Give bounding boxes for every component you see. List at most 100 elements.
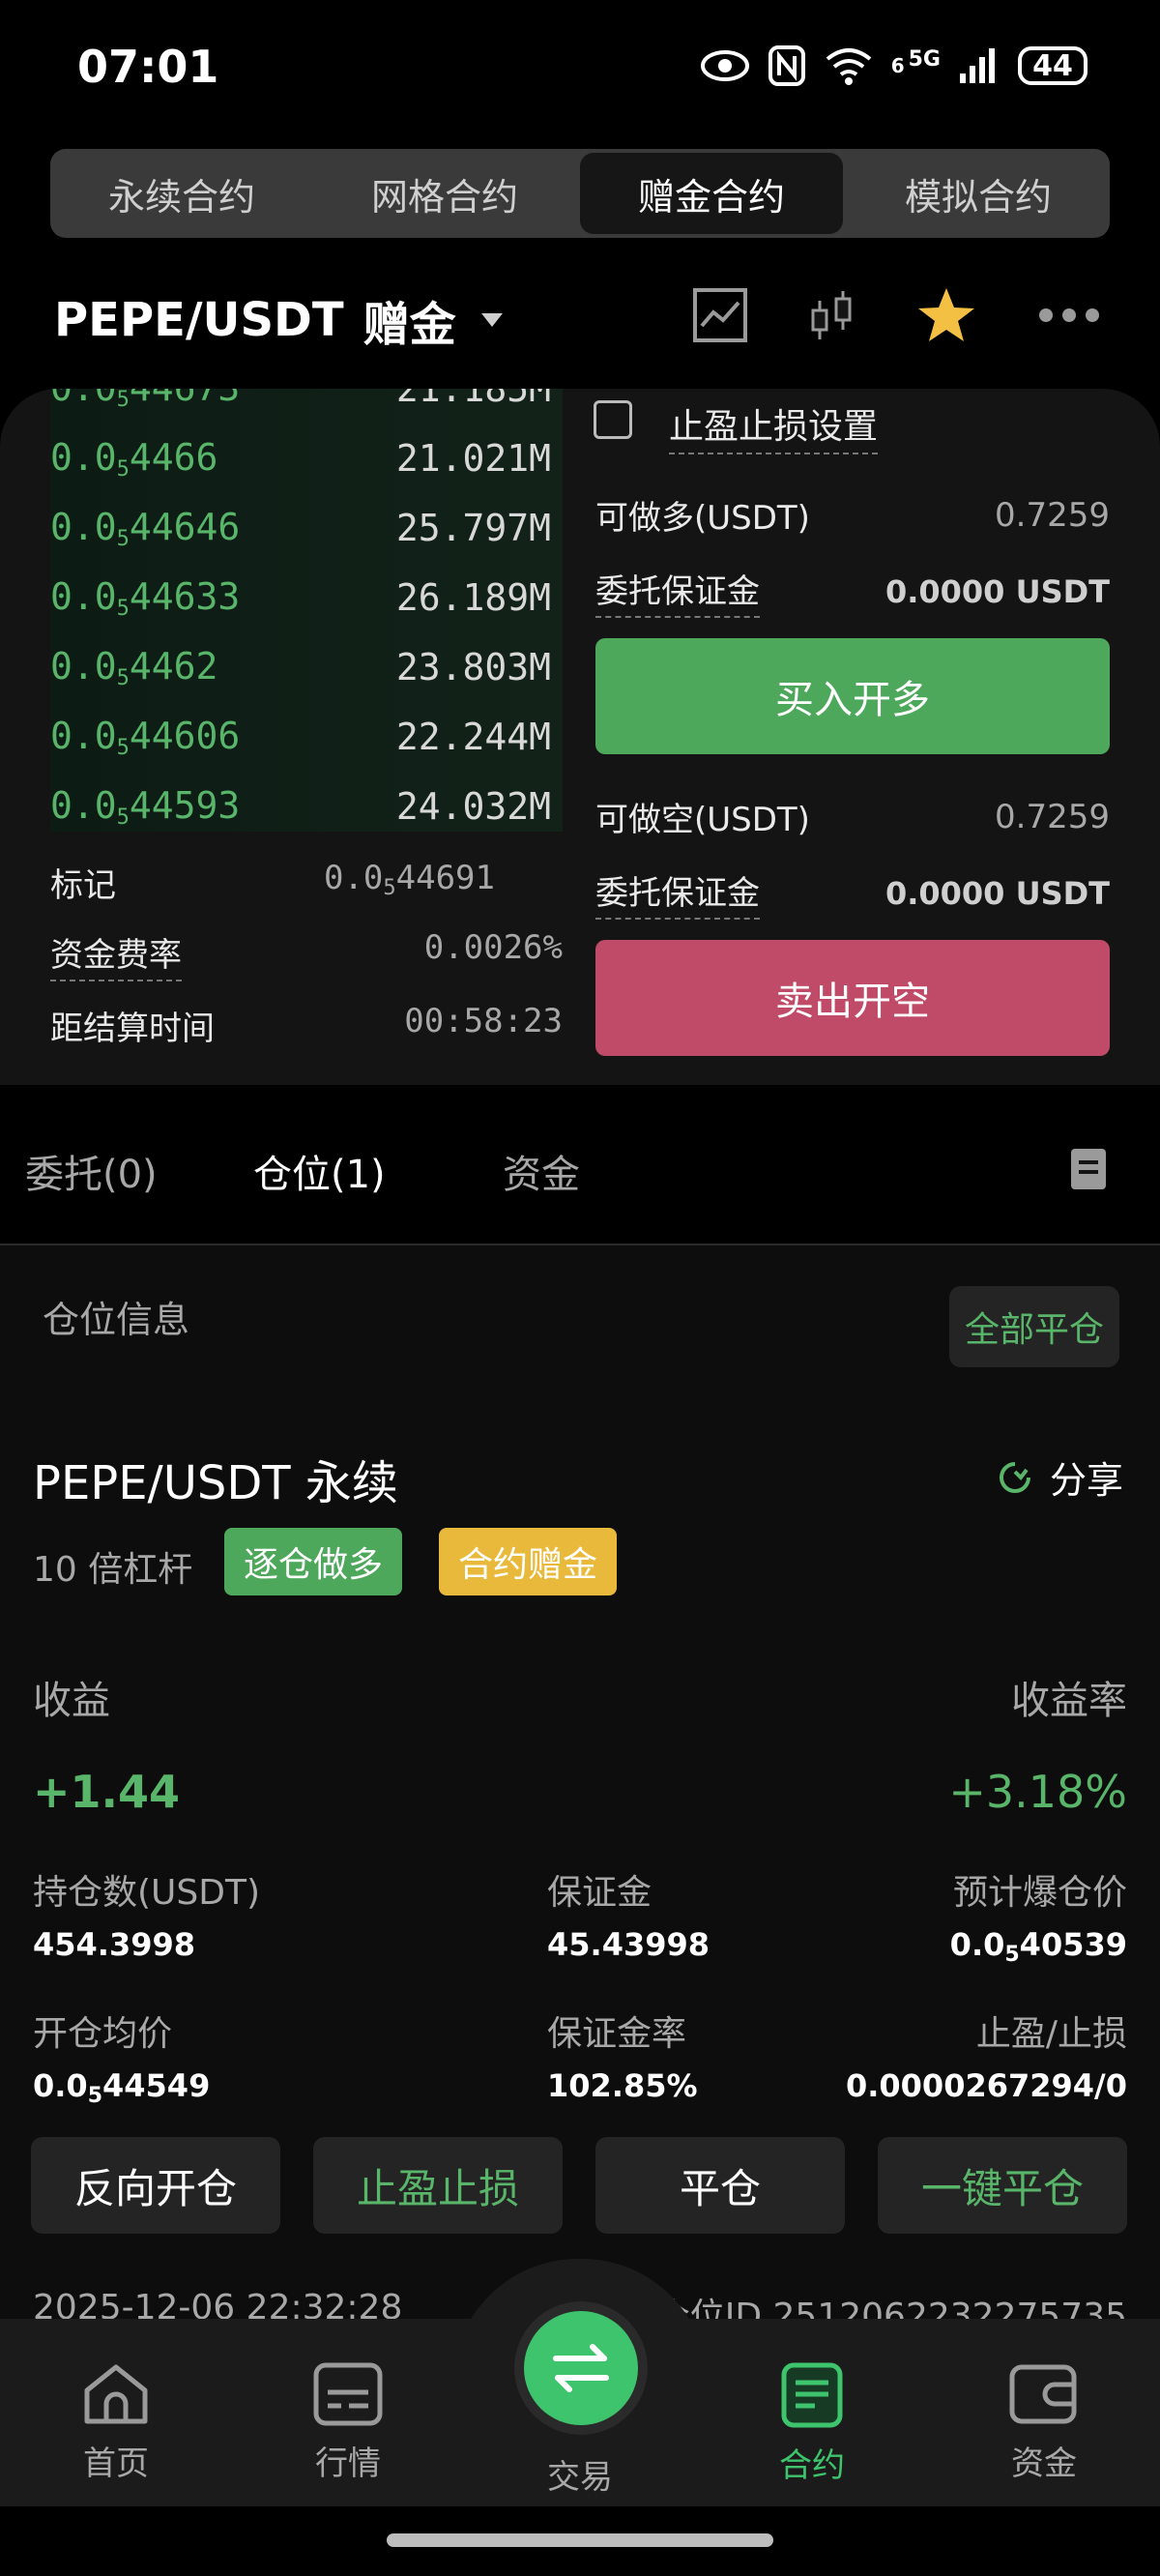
- battery-icon: 44: [1018, 46, 1088, 85]
- entry-price-label: 开仓均价: [33, 2014, 173, 2054]
- pair-name: PEPE/USDT: [54, 293, 344, 347]
- nav-trade[interactable]: 交易: [503, 2450, 657, 2498]
- bid-price: 0.0544606: [50, 714, 241, 760]
- short-margin-label[interactable]: 委托保证金: [595, 866, 760, 920]
- order-book-row[interactable]: 0.0544593 24.032M: [0, 772, 563, 832]
- reverse-position-button[interactable]: 反向开仓: [31, 2137, 280, 2234]
- bid-quantity: 23.803M: [395, 646, 551, 688]
- tpsl-checkbox[interactable]: [594, 400, 632, 439]
- header-actions: [692, 286, 1102, 344]
- bid-quantity: 21.185M: [395, 389, 551, 410]
- isolated-long-tag: 逐仓做多: [224, 1528, 403, 1595]
- order-book-row[interactable]: 0.0544606 22.244M: [0, 702, 563, 772]
- order-book-row[interactable]: 0.0544633 26.189M: [0, 563, 563, 632]
- home-icon: [84, 2364, 148, 2424]
- bid-quantity: 26.189M: [395, 576, 551, 619]
- document-icon[interactable]: [1069, 1147, 1108, 1191]
- order-book-row[interactable]: 0.054462 23.803M: [0, 632, 563, 702]
- bid-quantity: 22.244M: [395, 716, 551, 758]
- nav-market-label: 行情: [315, 2444, 381, 2483]
- leverage-label: 10 倍杠杆: [33, 1550, 193, 1590]
- liquidation-price-value: 0.0540539: [949, 1926, 1127, 1967]
- mark-price-label: 标记: [50, 866, 116, 905]
- bid-price: 0.0544633: [50, 574, 241, 621]
- contract-icon: [781, 2362, 843, 2428]
- bid-price: 0.0544646: [50, 505, 241, 551]
- tab-perpetual[interactable]: 永续合约: [50, 149, 313, 238]
- chart-icon[interactable]: [692, 287, 748, 343]
- pnl-value: +1.44: [33, 1766, 181, 1818]
- trade-icon: [553, 2344, 609, 2392]
- order-book-row[interactable]: 0.0544646 25.797M: [0, 493, 563, 563]
- buy-long-button[interactable]: 买入开多: [595, 638, 1110, 754]
- bid-price: 0.054466: [50, 435, 218, 482]
- bid-price: 0.0544593: [50, 783, 241, 830]
- entry-price-value: 0.0544549: [33, 2067, 211, 2108]
- tab-orders[interactable]: 委托(0): [25, 1143, 158, 1199]
- pair-selector[interactable]: PEPE/USDT 赠金: [54, 286, 503, 354]
- liquidation-price-label: 预计爆仓价: [952, 1873, 1127, 1913]
- star-icon[interactable]: [916, 286, 976, 344]
- contract-type-tabs: 永续合约 网格合约 赠金合约 模拟合约: [50, 149, 1110, 238]
- caret-down-icon: [480, 313, 503, 327]
- tab-demo[interactable]: 模拟合约: [847, 149, 1110, 238]
- one-click-close-button[interactable]: 一键平仓: [878, 2137, 1127, 2234]
- pair-mode: 赠金: [362, 298, 456, 352]
- order-book-row[interactable]: 0.0544673 21.185M: [0, 389, 563, 424]
- tpsl-button[interactable]: 止盈止损: [313, 2137, 563, 2234]
- share-icon: [1000, 1461, 1030, 1493]
- short-available-value: 0.7259: [995, 797, 1110, 836]
- nav-home[interactable]: 首页: [39, 2361, 193, 2484]
- nav-trade-label: 交易: [547, 2458, 613, 2497]
- close-all-button[interactable]: 全部平仓: [949, 1286, 1119, 1367]
- share-label: 分享: [1050, 1459, 1124, 1502]
- tab-bonus[interactable]: 赠金合约: [580, 153, 843, 234]
- sell-short-button[interactable]: 卖出开空: [595, 940, 1110, 1056]
- roe-value: +3.18%: [948, 1766, 1127, 1818]
- bid-quantity: 21.021M: [395, 437, 551, 480]
- nfc-icon: [768, 45, 805, 86]
- order-book-row[interactable]: 0.054466 21.021M: [0, 424, 563, 493]
- market-icon: [313, 2362, 383, 2426]
- status-time: 07:01: [77, 41, 219, 93]
- bonus-tag: 合约赠金: [439, 1528, 618, 1595]
- share-button[interactable]: 分享: [996, 1450, 1123, 1504]
- tab-positions[interactable]: 仓位(1): [253, 1143, 386, 1199]
- bid-price: 0.0544673: [50, 389, 240, 412]
- home-indicator[interactable]: [387, 2533, 773, 2547]
- nav-trade-button[interactable]: [524, 2311, 638, 2425]
- position-info-title: 仓位信息: [43, 1299, 190, 1341]
- nav-assets[interactable]: 资金: [967, 2361, 1121, 2484]
- long-margin-value: 0.0000 USDT: [884, 572, 1110, 610]
- nav-home-label: 首页: [83, 2444, 149, 2483]
- nav-assets-label: 资金: [1011, 2444, 1077, 2483]
- settlement-time-row: 距结算时间 00:58:23: [50, 1002, 563, 1049]
- funding-rate-label[interactable]: 资金费率: [50, 928, 182, 981]
- nav-contract[interactable]: 合约: [735, 2361, 889, 2486]
- bid-quantity: 24.032M: [395, 785, 551, 828]
- settlement-time-value: 00:58:23: [404, 1002, 563, 1040]
- tab-assets[interactable]: 资金: [503, 1143, 580, 1199]
- long-margin-row: 委托保证金 0.0000 USDT: [595, 565, 1110, 618]
- eye-icon: [700, 50, 749, 81]
- close-position-button[interactable]: 平仓: [595, 2137, 845, 2234]
- funding-rate-row: 资金费率 0.0026%: [50, 928, 563, 981]
- tpsl-settings-label[interactable]: 止盈止损设置: [669, 398, 879, 454]
- short-available-row: 可做空(USDT) 0.7259: [595, 793, 1110, 840]
- long-margin-label[interactable]: 委托保证金: [595, 565, 760, 618]
- network-label: 6: [890, 54, 905, 77]
- order-book: 0.0544673 21.185M 0.054466 21.021M 0.054…: [0, 389, 563, 832]
- tpsl-label: 止盈/止损: [975, 2014, 1127, 2054]
- funding-rate-value: 0.0026%: [423, 928, 563, 967]
- long-available-value: 0.7259: [995, 495, 1110, 535]
- nav-market[interactable]: 行情: [271, 2361, 425, 2484]
- signal-icon: [960, 48, 995, 83]
- tab-grid[interactable]: 网格合约: [313, 149, 576, 238]
- mark-price-value: 0.0544691: [323, 859, 495, 900]
- margin-value: 45.43998: [547, 1926, 710, 1963]
- margin-ratio-value: 102.85%: [547, 2067, 698, 2104]
- more-icon[interactable]: [1036, 306, 1102, 325]
- position-name: PEPE/USDT 永续: [33, 1456, 398, 1510]
- roe-label: 收益率: [1011, 1679, 1127, 1723]
- candlestick-icon[interactable]: [808, 287, 856, 343]
